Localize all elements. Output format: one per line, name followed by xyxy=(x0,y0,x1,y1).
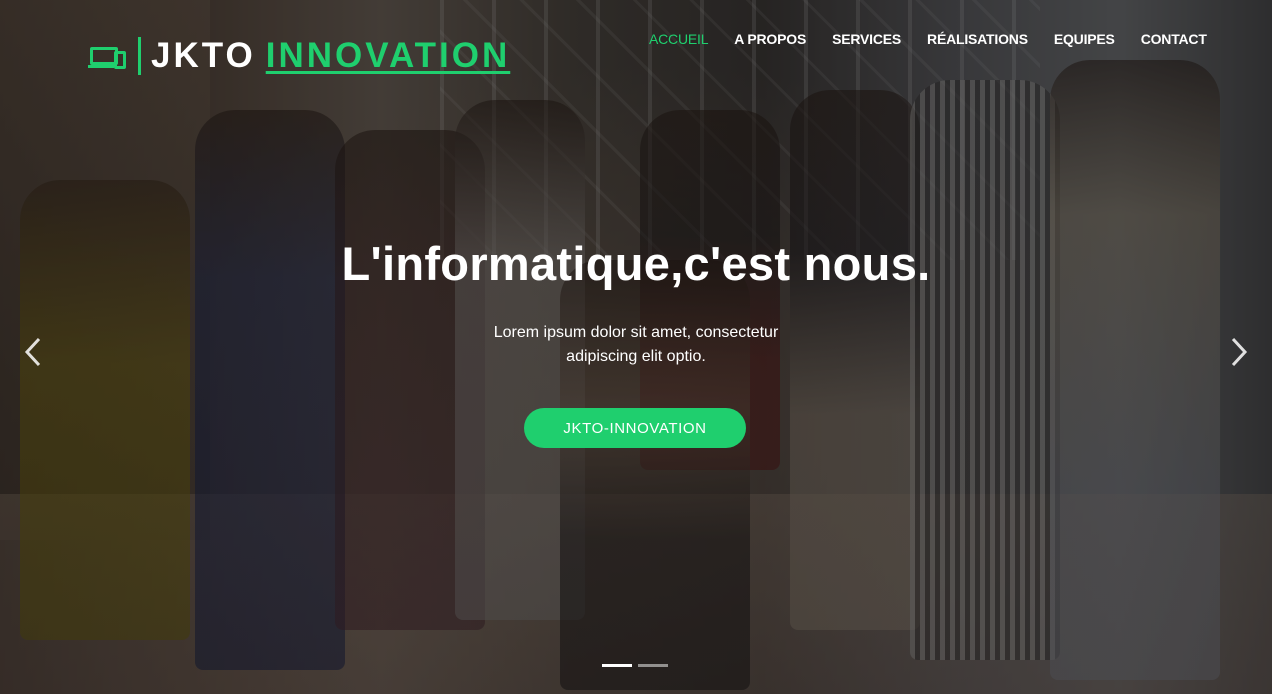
nav-item-realisations[interactable]: RÉALISATIONS xyxy=(927,31,1028,47)
carousel-indicator[interactable] xyxy=(602,664,632,667)
hero-title: L'informatique,c'est nous. xyxy=(341,237,931,290)
devices-icon xyxy=(88,41,130,71)
carousel-indicators xyxy=(602,664,668,667)
chevron-left-icon xyxy=(24,337,41,367)
chevron-right-icon xyxy=(1231,337,1248,367)
hero-cta-button[interactable]: JKTO-INNOVATION xyxy=(524,408,746,448)
hero-description: Lorem ipsum dolor sit amet, consectetur … xyxy=(0,321,1272,369)
brand-name: JKTO INNOVATION xyxy=(151,36,510,76)
brand-name-part2: INNOVATION xyxy=(265,36,511,75)
nav-item-a-propos[interactable]: A PROPOS xyxy=(734,31,806,47)
carousel-indicator[interactable] xyxy=(638,664,668,667)
carousel-prev-button[interactable] xyxy=(18,334,48,370)
nav-item-services[interactable]: SERVICES xyxy=(832,31,901,47)
site-header: JKTO INNOVATION ACCUEIL A PROPOS SERVICES… xyxy=(0,0,1272,90)
carousel-next-button[interactable] xyxy=(1224,334,1254,370)
brand-name-part1: JKTO xyxy=(151,36,256,75)
main-nav: ACCUEIL A PROPOS SERVICES RÉALISATIONS E… xyxy=(649,31,1233,47)
nav-item-equipes[interactable]: EQUIPES xyxy=(1054,31,1115,47)
hero-description-line: Lorem ipsum dolor sit amet, consectetur xyxy=(493,324,779,341)
hero-description-line: adipiscing elit optio. xyxy=(566,348,706,365)
nav-item-accueil[interactable]: ACCUEIL xyxy=(649,31,708,47)
nav-item-contact[interactable]: CONTACT xyxy=(1141,31,1207,47)
logo-divider xyxy=(138,37,141,75)
brand-logo[interactable]: JKTO INNOVATION xyxy=(88,36,510,76)
